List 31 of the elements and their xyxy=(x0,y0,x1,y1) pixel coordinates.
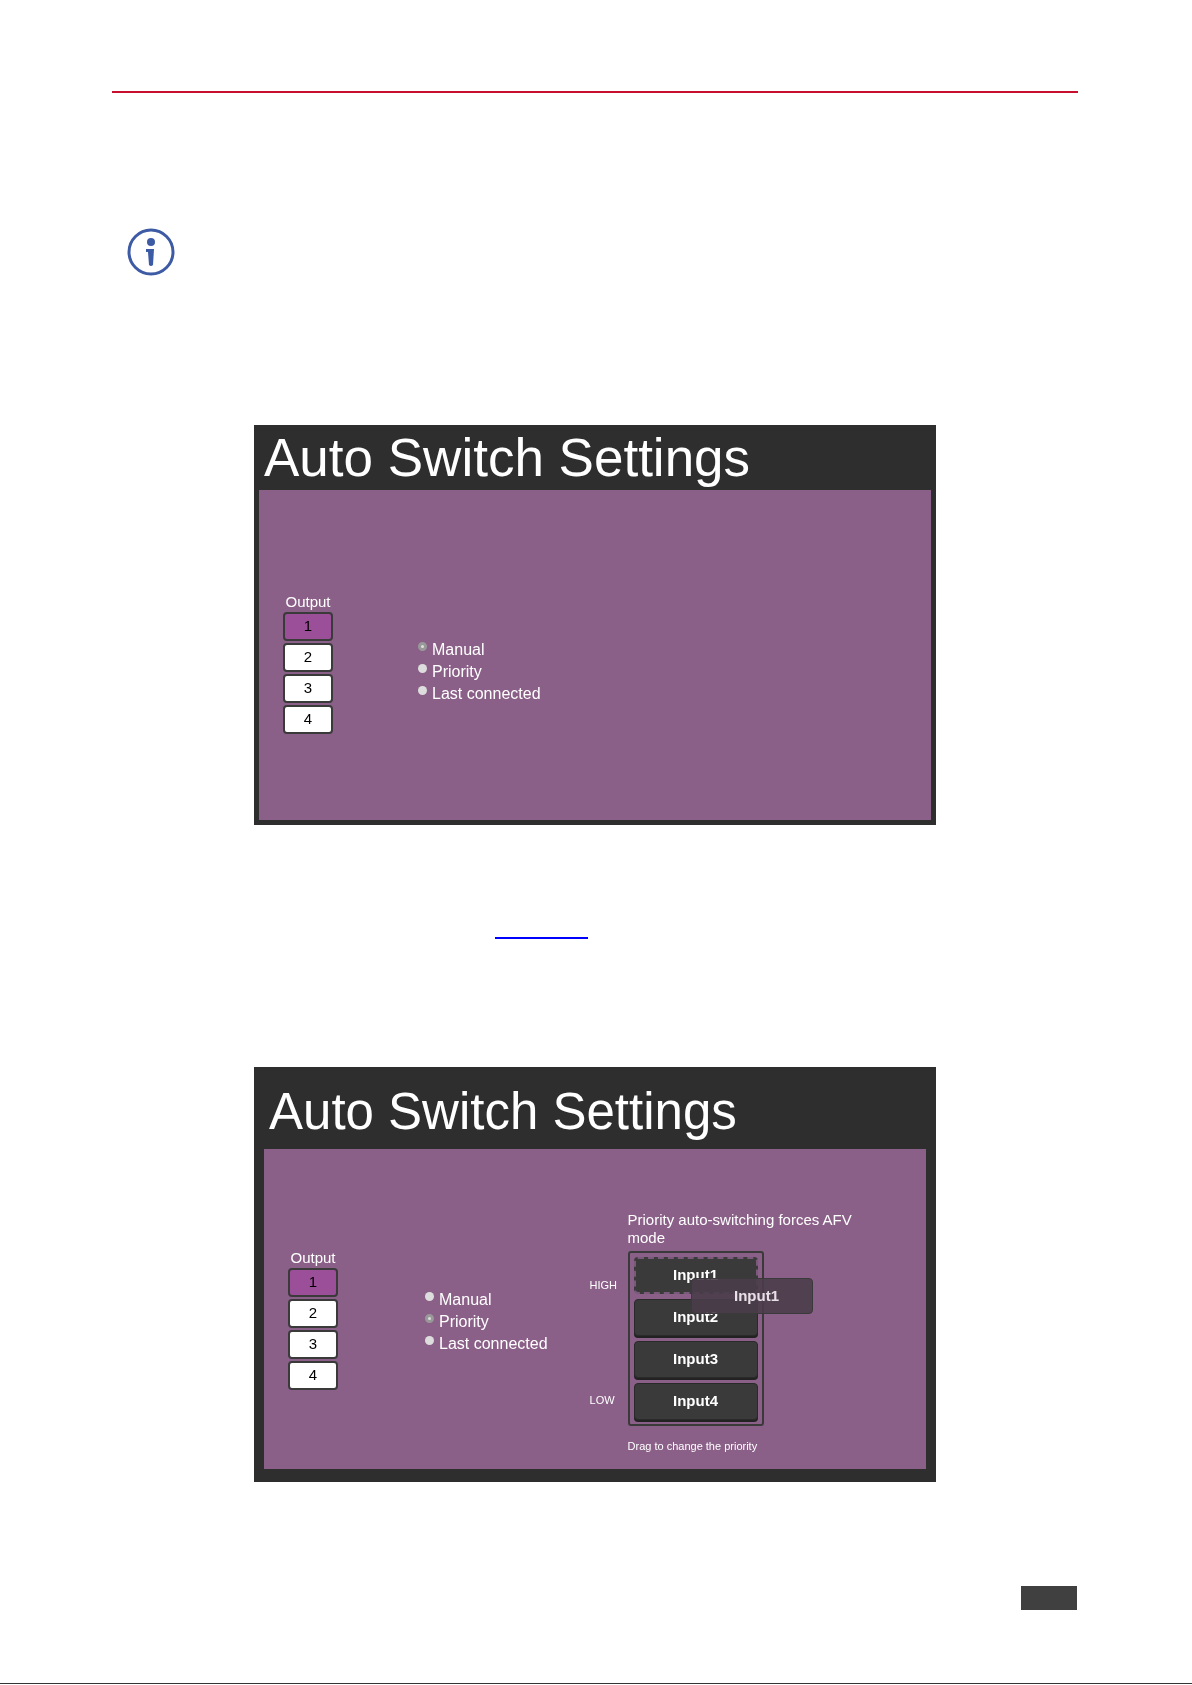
output-button[interactable]: 4 xyxy=(288,1361,338,1390)
output-label: Output xyxy=(290,1249,336,1267)
radio-button[interactable] xyxy=(418,686,427,695)
drag-hint: Drag to change the priority xyxy=(627,1439,759,1454)
output-button[interactable]: 3 xyxy=(283,674,333,703)
radio-button[interactable] xyxy=(425,1336,434,1345)
radio-button[interactable] xyxy=(418,664,427,673)
output-label: Output xyxy=(285,593,331,611)
input-button[interactable]: Input3 xyxy=(633,1341,758,1378)
high-label: HIGH xyxy=(589,1278,619,1293)
output-button[interactable]: 1 xyxy=(288,1268,338,1297)
radio-button[interactable] xyxy=(418,642,427,651)
input-button[interactable]: Input4 xyxy=(633,1383,758,1420)
mode-label: Priority xyxy=(432,662,482,682)
page-title: Auto Switch Settings xyxy=(268,1082,738,1142)
info-icon xyxy=(126,227,176,277)
mode-label: Last connected xyxy=(432,684,541,704)
mode-label: Last connected xyxy=(439,1334,548,1354)
radio-button[interactable] xyxy=(425,1292,434,1301)
output-button[interactable]: 4 xyxy=(283,705,333,734)
mode-label: Priority xyxy=(439,1312,489,1332)
output-button[interactable]: 3 xyxy=(288,1330,338,1359)
mode-label: Manual xyxy=(432,640,485,660)
output-button[interactable]: 2 xyxy=(288,1299,338,1328)
low-label: LOW xyxy=(589,1392,616,1408)
mode-label: Manual xyxy=(439,1290,492,1310)
page-title: Auto Switch Settings xyxy=(263,427,752,489)
output-button[interactable]: 1 xyxy=(283,612,333,641)
priority-note: Priority auto-switching forces AFV mode xyxy=(627,1211,853,1247)
radio-button[interactable] xyxy=(425,1314,434,1323)
output-button[interactable]: 2 xyxy=(283,643,333,672)
